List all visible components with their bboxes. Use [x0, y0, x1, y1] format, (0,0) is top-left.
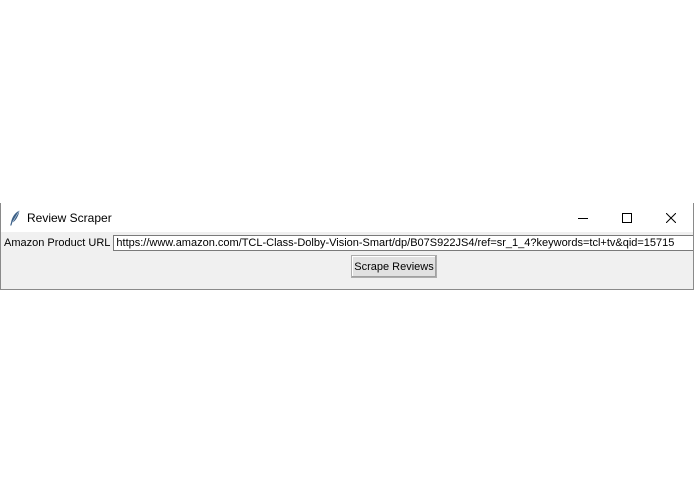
desktop-background: Review Scraper Amazon Product URL https:… — [0, 0, 695, 494]
scrape-reviews-button[interactable]: Scrape Reviews — [351, 255, 437, 278]
maximize-button[interactable] — [605, 203, 649, 232]
close-icon — [666, 212, 676, 223]
minimize-icon — [578, 213, 588, 223]
feather-icon — [9, 209, 23, 226]
url-input[interactable] — [113, 235, 693, 251]
close-button[interactable] — [649, 203, 693, 232]
title-bar[interactable]: Review Scraper — [1, 203, 693, 232]
maximize-icon — [622, 212, 632, 223]
app-window: Review Scraper Amazon Product URL https:… — [0, 203, 694, 290]
url-label: Amazon Product URL — [4, 237, 111, 249]
minimize-button[interactable] — [561, 203, 605, 232]
window-content: Amazon Product URL Scrape Reviews — [1, 232, 693, 289]
window-title: Review Scraper — [27, 210, 112, 225]
url-row: Amazon Product URL — [4, 234, 693, 252]
window-controls — [561, 203, 693, 232]
